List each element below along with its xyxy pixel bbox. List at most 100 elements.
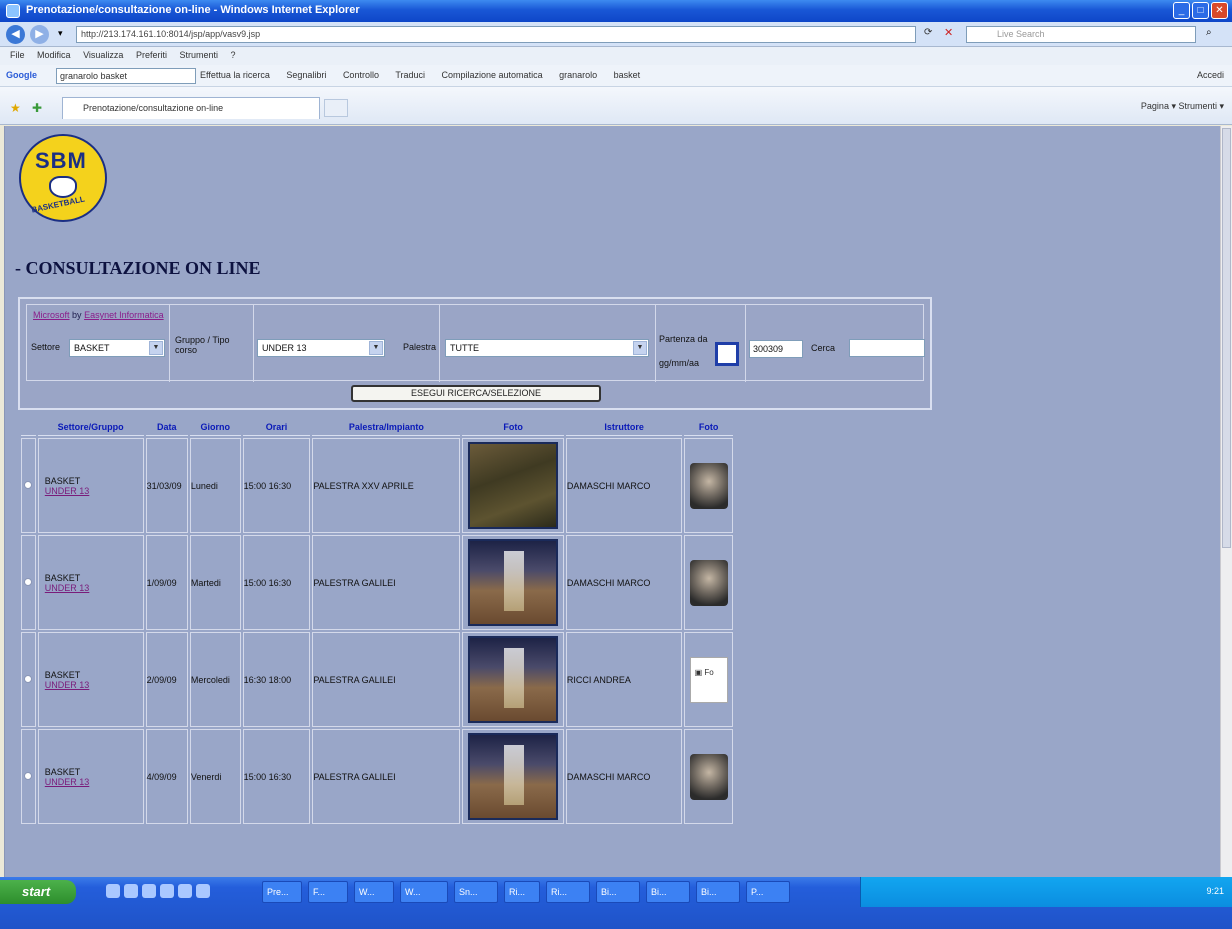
row-select-radio[interactable] (24, 674, 33, 683)
cell-data: 2/09/09 (145, 632, 188, 727)
tab-bar: ★ ✚ Prenotazione/consultazione on-line P… (0, 87, 1232, 125)
cell-data: 4/09/09 (145, 729, 188, 824)
command-bar[interactable]: Pagina ▾ Strumenti ▾ (1141, 101, 1224, 112)
header-palestra: Palestra/Impianto (312, 418, 461, 436)
gruppo-select[interactable]: UNDER 13 ▼ (257, 339, 385, 357)
gruppo-link[interactable]: UNDER 13 (45, 486, 90, 496)
search-icon[interactable]: ⌕ (1206, 27, 1212, 38)
google-toolbar: Google granarolo basket Effettua la rice… (0, 65, 1232, 87)
gym-photo[interactable] (468, 539, 559, 626)
forward-button[interactable]: ▶ (30, 25, 49, 44)
quicklaunch-icon[interactable] (142, 884, 156, 898)
vertical-scrollbar[interactable] (1220, 126, 1232, 877)
google-signin-link[interactable]: Accedi (1197, 70, 1224, 80)
table-row[interactable]: BASKET UNDER 13 31/03/09 Lunedi 15:00 16:… (21, 438, 733, 533)
google-search-button[interactable]: Effettua la ricerca (200, 70, 270, 80)
taskbar-button[interactable]: F... (308, 881, 348, 903)
cell-orari: 16:30 18:00 (242, 632, 311, 727)
history-dropdown-icon[interactable]: ▾ (58, 28, 63, 39)
favorites-star-icon[interactable]: ★ (10, 101, 21, 115)
taskbar-button[interactable]: Ri... (504, 881, 540, 903)
palestra-select[interactable]: TUTTE ▼ (445, 339, 649, 357)
gym-photo[interactable] (468, 636, 559, 723)
scrollbar-thumb[interactable] (1222, 128, 1231, 548)
url-field[interactable]: http://213.174.161.10:8014/jsp/app/vasv9… (76, 26, 916, 43)
filter-panel: Microsoft by Easynet Informatica Settore… (18, 297, 932, 410)
new-tab-button[interactable] (324, 99, 348, 117)
cell-istruttore: DAMASCHI MARCO (565, 729, 683, 824)
execute-search-button[interactable]: ESEGUI RICERCA/SELEZIONE (351, 385, 601, 402)
quicklaunch-icon[interactable] (196, 884, 210, 898)
taskbar-button[interactable]: Bi... (696, 881, 740, 903)
gruppo-link[interactable]: UNDER 13 (45, 583, 90, 593)
row-select-radio[interactable] (24, 480, 33, 489)
taskbar-button[interactable]: W... (400, 881, 448, 903)
taskbar-button[interactable]: Bi... (596, 881, 640, 903)
taskbar-button[interactable]: Sn... (454, 881, 498, 903)
instructor-photo[interactable] (689, 559, 728, 606)
table-row[interactable]: BASKET UNDER 13 4/09/09 Venerdi 15:00 16:… (21, 729, 733, 824)
tab-current[interactable]: Prenotazione/consultazione on-line (62, 97, 320, 119)
row-select-radio[interactable] (24, 771, 33, 780)
credit-link-easynet[interactable]: Easynet Informatica (84, 310, 164, 320)
credit-line: Microsoft by Easynet Informatica (33, 310, 164, 320)
close-button[interactable]: ✕ (1211, 2, 1228, 19)
menu-strumenti[interactable]: Strumenti (179, 50, 218, 60)
club-logo: SBM BASKETBALL (19, 134, 107, 222)
cell-istruttore: RICCI ANDREA (565, 632, 683, 727)
highlight-basket[interactable]: basket (614, 70, 641, 80)
check-button[interactable]: Controllo (343, 70, 379, 80)
taskbar-button[interactable]: Bi... (646, 881, 690, 903)
back-button[interactable]: ◀ (6, 25, 25, 44)
settore-select[interactable]: BASKET ▼ (69, 339, 165, 357)
table-row[interactable]: BASKET UNDER 13 2/09/09 Mercoledi 16:30 1… (21, 632, 733, 727)
stop-icon[interactable]: ✕ (944, 26, 953, 39)
date-input[interactable]: 300309 (749, 340, 803, 358)
quicklaunch-icon[interactable] (124, 884, 138, 898)
live-search-input[interactable]: Live Search (966, 26, 1196, 43)
taskbar-button[interactable]: P... (746, 881, 790, 903)
translate-button[interactable]: Traduci (395, 70, 425, 80)
gym-photo[interactable] (468, 733, 559, 820)
calendar-button[interactable] (715, 342, 739, 366)
menu-help[interactable]: ? (231, 50, 236, 60)
quicklaunch-icon[interactable] (178, 884, 192, 898)
instructor-photo[interactable] (689, 462, 728, 509)
highlight-granarolo[interactable]: granarolo (559, 70, 597, 80)
quicklaunch-icon[interactable] (160, 884, 174, 898)
cell-data: 1/09/09 (145, 535, 188, 630)
bookmarks-button[interactable]: Segnalibri (286, 70, 326, 80)
credit-link-microsoft[interactable]: Microsoft (33, 310, 70, 320)
taskbar-button[interactable]: Ri... (546, 881, 590, 903)
refresh-icon[interactable]: ⟳ (924, 27, 932, 38)
maximize-button[interactable]: □ (1192, 2, 1209, 19)
add-favorite-icon[interactable]: ✚ (32, 101, 42, 115)
instructor-photo[interactable] (689, 753, 728, 800)
gruppo-link[interactable]: UNDER 13 (45, 680, 90, 690)
row-select-radio[interactable] (24, 577, 33, 586)
missing-image-icon: ▣ Fo (689, 656, 728, 703)
gruppo-link[interactable]: UNDER 13 (45, 777, 90, 787)
minimize-button[interactable]: _ (1173, 2, 1190, 19)
cell-istruttore: DAMASCHI MARCO (565, 438, 683, 533)
cell-giorno: Martedi (189, 535, 241, 630)
settore-label: Settore (31, 342, 61, 352)
taskbar-button[interactable]: W... (354, 881, 394, 903)
menu-modifica[interactable]: Modifica (37, 50, 71, 60)
start-button[interactable]: start (0, 880, 76, 904)
table-row[interactable]: BASKET UNDER 13 1/09/09 Martedi 15:00 16:… (21, 535, 733, 630)
google-search-input[interactable]: granarolo basket (56, 68, 196, 84)
cerca-input[interactable] (849, 339, 925, 357)
menu-visualizza[interactable]: Visualizza (83, 50, 123, 60)
header-orari: Orari (242, 418, 311, 436)
quicklaunch-icon[interactable] (106, 884, 120, 898)
chevron-down-icon: ▼ (633, 341, 647, 355)
header-foto-istruttore: Foto (684, 418, 733, 436)
taskbar-button[interactable]: Pre... (262, 881, 302, 903)
autofill-button[interactable]: Compilazione automatica (442, 70, 543, 80)
cerca-label: Cerca (811, 343, 836, 353)
menu-preferiti[interactable]: Preferiti (136, 50, 167, 60)
gym-photo[interactable] (468, 442, 559, 529)
menu-file[interactable]: File (10, 50, 25, 60)
cell-giorno: Lunedi (189, 438, 241, 533)
